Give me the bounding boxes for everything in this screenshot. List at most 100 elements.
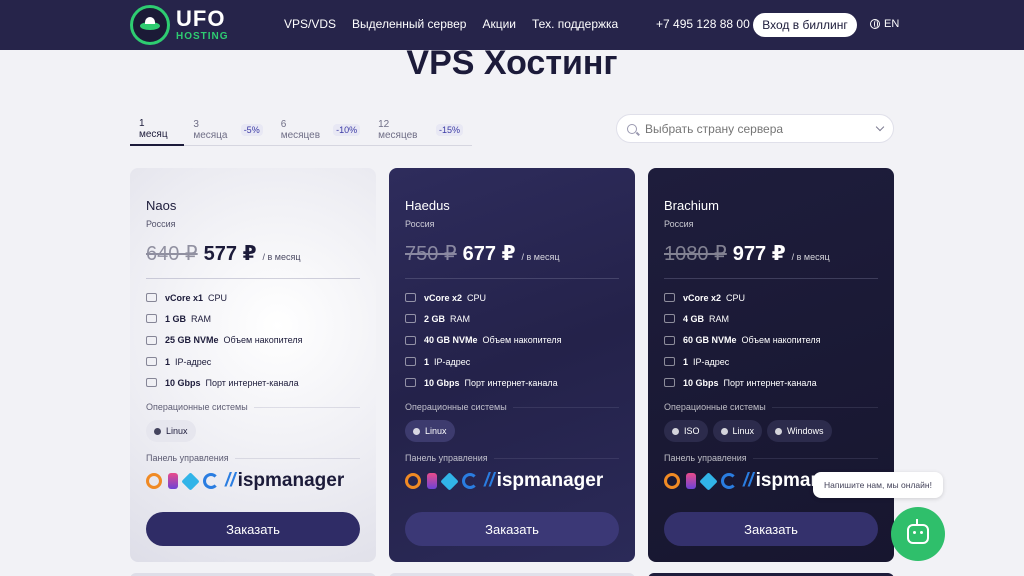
disk-icon — [664, 335, 675, 345]
os-chip-linux[interactable]: Linux — [146, 420, 196, 443]
iso-icon — [672, 427, 679, 435]
billing-login-button[interactable]: Вход в биллинг — [753, 13, 857, 37]
os-label: Linux — [166, 426, 188, 437]
spec-label: RAM — [450, 313, 471, 324]
panel-logo-icon — [686, 473, 696, 490]
price-period: / в месяц — [521, 252, 560, 262]
order-button[interactable]: Заказать — [664, 512, 878, 546]
price-period: / в месяц — [262, 252, 301, 262]
country-select[interactable] — [616, 114, 894, 143]
network-icon — [146, 378, 157, 388]
price-row: 750 ₽677 ₽ / в месяц — [405, 241, 619, 266]
nav-support[interactable]: Тех. поддержка — [532, 17, 618, 31]
spec-value: vCore x1 — [165, 292, 204, 303]
spec-label: Объем накопителя — [482, 335, 562, 346]
os-chip-linux[interactable]: Linux — [712, 420, 763, 443]
nav-dedicated[interactable]: Выделенный сервер — [352, 17, 466, 31]
spec-disk: 40 GB NVMe Объем накопителя — [405, 330, 619, 351]
spec-value: 25 GB NVMe — [165, 335, 219, 346]
country-search-input[interactable] — [645, 121, 865, 136]
panel-logo-icon — [440, 472, 459, 491]
current-price: 577 ₽ — [203, 243, 257, 265]
spec-value: vCore x2 — [683, 292, 722, 303]
chat-button[interactable] — [891, 507, 945, 561]
cpu-icon — [405, 293, 416, 303]
ispmanager-logo: //ispmanager — [484, 470, 604, 492]
tab-1-month[interactable]: 1 месяц — [130, 114, 185, 146]
panel-logo-icon — [721, 473, 737, 490]
panel-logo-icon — [427, 473, 437, 490]
tab-6-months[interactable]: 6 месяцев -10% — [272, 114, 369, 146]
nav-vps[interactable]: VPS/VDS — [284, 17, 336, 31]
network-icon — [405, 378, 416, 388]
tab-12-months[interactable]: 12 месяцев -15% — [369, 114, 472, 146]
panel-logo-icon — [203, 473, 219, 490]
os-section-label: Операционные системы — [405, 402, 619, 412]
os-chip-linux[interactable]: Linux — [405, 420, 455, 443]
ip-icon — [664, 357, 675, 367]
order-button[interactable]: Заказать — [405, 512, 619, 546]
price-row: 1080 ₽977 ₽ / в месяц — [664, 241, 878, 266]
chevron-down-icon[interactable] — [875, 122, 885, 132]
os-section-label: Операционные системы — [146, 402, 360, 412]
order-button[interactable]: Заказать — [146, 512, 360, 546]
os-label: Linux — [425, 426, 447, 437]
spec-label: RAM — [709, 313, 730, 324]
ip-icon — [146, 357, 157, 367]
robot-icon — [907, 519, 929, 544]
ispmanager-logo: //ispmanager — [225, 470, 345, 492]
os-list: ISO Linux Windows — [664, 420, 878, 444]
os-label: ISO — [684, 426, 700, 437]
os-chip-windows[interactable]: Windows — [767, 420, 832, 443]
linux-icon — [720, 427, 728, 435]
discount-badge: -10% — [333, 124, 361, 136]
panel-logo-icon — [462, 473, 478, 490]
os-section-label: Операционные системы — [664, 402, 878, 412]
ispmanager-text: ispmanager — [496, 470, 604, 492]
logo[interactable]: UFO HOSTING — [130, 5, 229, 45]
spec-label: Объем накопителя — [223, 335, 303, 346]
plan-card-haedus: Haedus Россия 750 ₽677 ₽ / в месяц vCore x2 C… — [389, 168, 635, 562]
page-title: VPS Хостинг — [406, 44, 618, 82]
logo-text-main: UFO — [176, 6, 226, 31]
phone-link[interactable]: +7 495 128 88 00 — [656, 17, 750, 31]
nav-promos[interactable]: Акции — [482, 17, 516, 31]
chat-tooltip[interactable]: Напишите нам, мы онлайн! — [813, 472, 943, 498]
tab-3-months[interactable]: 3 месяца -5% — [184, 114, 271, 146]
disk-icon — [405, 335, 416, 345]
os-section-text: Операционные системы — [664, 402, 766, 413]
divider — [664, 278, 878, 279]
panel-section-label: Панель управления — [664, 453, 878, 463]
panel-section-label: Панель управления — [146, 453, 360, 463]
search-icon — [627, 123, 637, 134]
os-list: Linux — [405, 420, 619, 444]
network-icon — [664, 378, 675, 388]
spec-value: 10 Gbps — [424, 377, 460, 388]
spec-label: Порт интернет-канала — [464, 377, 558, 388]
spec-cpu: vCore x2 CPU — [664, 287, 878, 308]
spec-label: IP-адрес — [175, 356, 212, 367]
spec-label: RAM — [191, 313, 212, 324]
os-chip-iso[interactable]: ISO — [664, 420, 708, 443]
spec-ram: 1 GB RAM — [146, 308, 360, 329]
plan-name: Brachium — [664, 198, 719, 213]
ram-icon — [146, 314, 157, 324]
tab-label: 12 месяцев — [378, 119, 418, 141]
divider — [405, 278, 619, 279]
spec-ip: 1 IP-адрес — [146, 351, 360, 372]
spec-disk: 60 GB NVMe Объем накопителя — [664, 330, 878, 351]
tab-label: 1 месяц — [139, 118, 168, 140]
spec-label: Порт интернет-канала — [723, 377, 817, 388]
panel-logo-icon — [168, 473, 178, 490]
language-switch[interactable]: EN — [870, 18, 899, 30]
spec-label: IP-адрес — [693, 356, 730, 367]
spec-port: 10 Gbps Порт интернет-канала — [146, 372, 360, 393]
tab-label: 3 месяца — [193, 119, 228, 141]
spec-label: CPU — [467, 292, 487, 303]
spec-value: 60 GB NVMe — [683, 335, 737, 346]
main-nav: VPS/VDS Выделенный сервер Акции Тех. под… — [284, 17, 618, 31]
os-list: Linux — [146, 420, 360, 444]
current-price: 977 ₽ — [732, 243, 786, 265]
spec-cpu: vCore x1 CPU — [146, 287, 360, 308]
panel-section-label: Панель управления — [405, 453, 619, 463]
